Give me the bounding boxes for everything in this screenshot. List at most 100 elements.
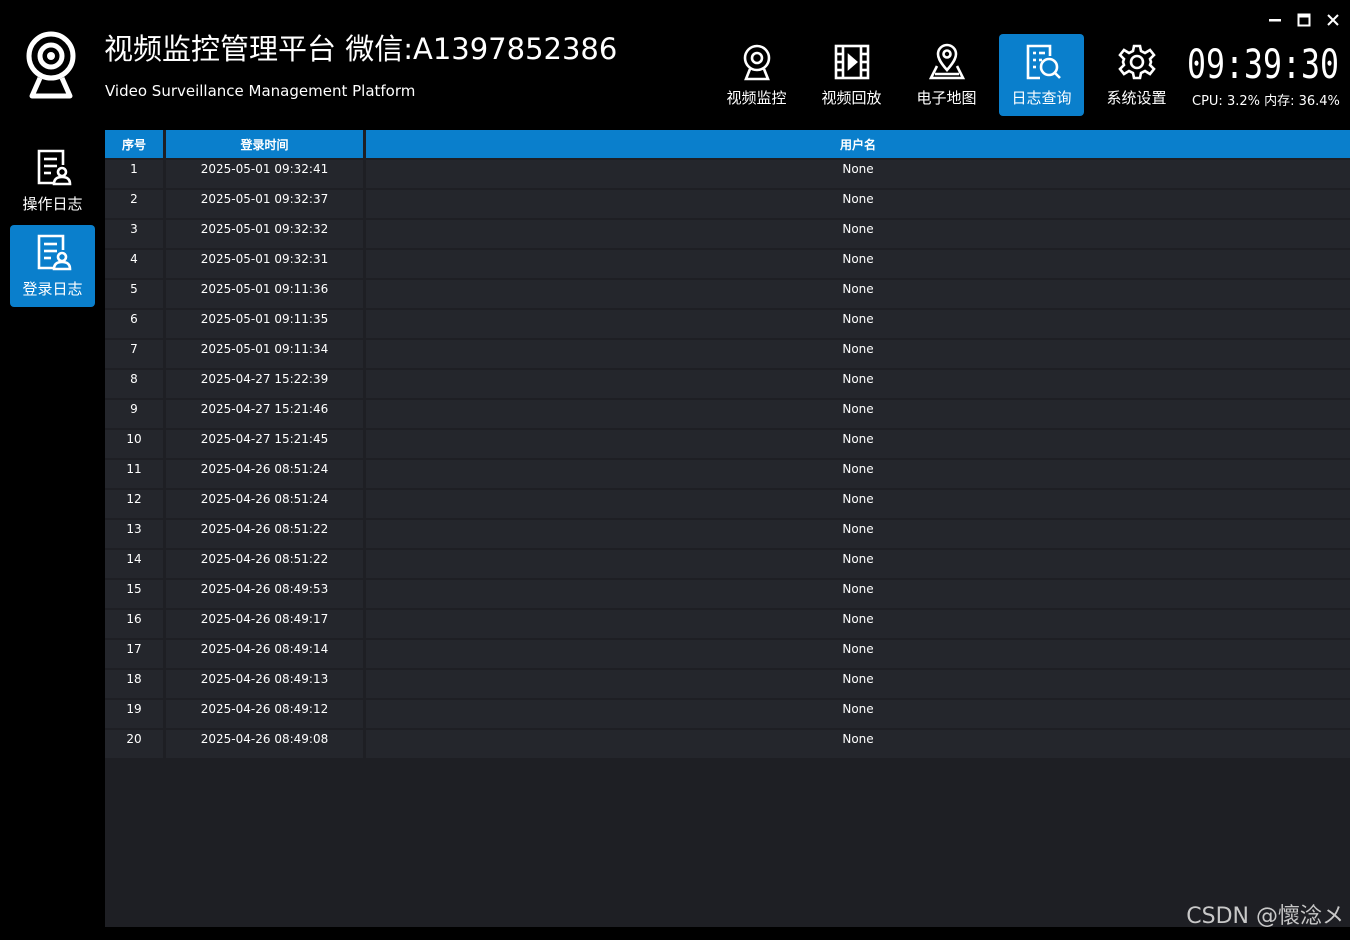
cell-index: 18	[105, 670, 163, 698]
cell-username: None	[366, 310, 1350, 338]
sidebar-item-login-log[interactable]: 登录日志	[10, 225, 95, 307]
cell-username: None	[366, 280, 1350, 308]
column-header-login-time[interactable]: 登录时间	[166, 130, 363, 158]
table-row[interactable]: 11 2025-04-26 08:51:24 None	[105, 460, 1350, 488]
cell-login-time: 2025-04-26 08:49:53	[166, 580, 363, 608]
table-row[interactable]: 3 2025-05-01 09:32:32 None	[105, 220, 1350, 248]
column-header-username[interactable]: 用户名	[366, 130, 1350, 158]
nav-label: 电子地图	[916, 89, 977, 107]
cell-index: 9	[105, 400, 163, 428]
cell-login-time: 2025-04-26 08:51:22	[166, 520, 363, 548]
table-row[interactable]: 7 2025-05-01 09:11:34 None	[105, 340, 1350, 368]
table-row[interactable]: 18 2025-04-26 08:49:13 None	[105, 670, 1350, 698]
cell-login-time: 2025-04-26 08:49:14	[166, 640, 363, 668]
cell-login-time: 2025-05-01 09:11:34	[166, 340, 363, 368]
app-logo-webcam-icon	[20, 28, 82, 100]
table-header: 序号 登录时间 用户名	[105, 130, 1350, 158]
close-icon[interactable]	[1323, 10, 1343, 30]
table-row[interactable]: 20 2025-04-26 08:49:08 None	[105, 730, 1350, 758]
nav-label: 日志查询	[1011, 89, 1072, 107]
log-search-icon	[1026, 44, 1061, 80]
nav-e-map[interactable]: 电子地图	[904, 34, 989, 116]
cell-index: 15	[105, 580, 163, 608]
table-row[interactable]: 12 2025-04-26 08:51:24 None	[105, 490, 1350, 518]
app-title: 视频监控管理平台 微信:A1397852386	[104, 32, 618, 66]
cell-index: 14	[105, 550, 163, 578]
cell-login-time: 2025-04-26 08:49:08	[166, 730, 363, 758]
cell-username: None	[366, 250, 1350, 278]
nav-label: 系统设置	[1106, 89, 1167, 107]
cell-index: 7	[105, 340, 163, 368]
cell-username: None	[366, 670, 1350, 698]
nav-system-settings[interactable]: 系统设置	[1094, 34, 1179, 116]
cell-username: None	[366, 520, 1350, 548]
cell-login-time: 2025-04-27 15:21:45	[166, 430, 363, 458]
table-row[interactable]: 2 2025-05-01 09:32:37 None	[105, 190, 1350, 218]
login-log-table[interactable]: 序号 登录时间 用户名 1 2025-05-01 09:32:41 None 2 202…	[105, 130, 1350, 927]
nav-label: 视频监控	[726, 89, 787, 107]
webcam-icon	[743, 44, 770, 81]
cell-index: 19	[105, 700, 163, 728]
cell-username: None	[366, 370, 1350, 398]
table-row[interactable]: 16 2025-04-26 08:49:17 None	[105, 610, 1350, 638]
column-header-index[interactable]: 序号	[105, 130, 163, 158]
cell-login-time: 2025-04-26 08:51:24	[166, 490, 363, 518]
cell-username: None	[366, 460, 1350, 488]
log-user-icon	[37, 234, 71, 271]
cell-username: None	[366, 490, 1350, 518]
cell-index: 4	[105, 250, 163, 278]
top-nav: 视频监控 视频回放 电子地图 日志查询 系统设置	[714, 34, 1189, 116]
cell-login-time: 2025-04-26 08:51:22	[166, 550, 363, 578]
table-row[interactable]: 5 2025-05-01 09:11:36 None	[105, 280, 1350, 308]
cell-username: None	[366, 190, 1350, 218]
cell-login-time: 2025-04-26 08:49:17	[166, 610, 363, 638]
cell-index: 12	[105, 490, 163, 518]
cell-index: 13	[105, 520, 163, 548]
cell-index: 20	[105, 730, 163, 758]
cell-index: 3	[105, 220, 163, 248]
cell-login-time: 2025-04-27 15:21:46	[166, 400, 363, 428]
log-user-icon	[37, 149, 71, 186]
cell-login-time: 2025-04-26 08:51:24	[166, 460, 363, 488]
nav-log-query[interactable]: 日志查询	[999, 34, 1084, 116]
cell-index: 16	[105, 610, 163, 638]
table-row[interactable]: 19 2025-04-26 08:49:12 None	[105, 700, 1350, 728]
sidebar-item-operation-log[interactable]: 操作日志	[10, 140, 95, 222]
cell-username: None	[366, 700, 1350, 728]
table-row[interactable]: 15 2025-04-26 08:49:53 None	[105, 580, 1350, 608]
table-row[interactable]: 14 2025-04-26 08:51:22 None	[105, 550, 1350, 578]
cell-index: 10	[105, 430, 163, 458]
cell-index: 11	[105, 460, 163, 488]
cell-username: None	[366, 610, 1350, 638]
cell-username: None	[366, 730, 1350, 758]
sidebar-item-label: 登录日志	[22, 280, 83, 298]
table-row[interactable]: 6 2025-05-01 09:11:35 None	[105, 310, 1350, 338]
cell-login-time: 2025-05-01 09:11:35	[166, 310, 363, 338]
cell-login-time: 2025-04-27 15:22:39	[166, 370, 363, 398]
cell-username: None	[366, 430, 1350, 458]
table-row[interactable]: 4 2025-05-01 09:32:31 None	[105, 250, 1350, 278]
table-row[interactable]: 8 2025-04-27 15:22:39 None	[105, 370, 1350, 398]
nav-video-playback[interactable]: 视频回放	[809, 34, 894, 116]
cell-login-time: 2025-04-26 08:49:12	[166, 700, 363, 728]
nav-video-monitor[interactable]: 视频监控	[714, 34, 799, 116]
system-usage: CPU: 3.2% 内存: 36.4%	[1192, 94, 1340, 109]
watermark: CSDN @懷淰メ	[1186, 904, 1344, 929]
table-row[interactable]: 9 2025-04-27 15:21:46 None	[105, 400, 1350, 428]
table-row[interactable]: 10 2025-04-27 15:21:45 None	[105, 430, 1350, 458]
map-pin-icon	[928, 43, 965, 80]
clock-text: 09:39:30	[1187, 44, 1339, 82]
sidebar-item-label: 操作日志	[22, 195, 83, 213]
cell-username: None	[366, 160, 1350, 188]
table-row[interactable]: 17 2025-04-26 08:49:14 None	[105, 640, 1350, 668]
cell-username: None	[366, 580, 1350, 608]
table-row[interactable]: 13 2025-04-26 08:51:22 None	[105, 520, 1350, 548]
cell-index: 5	[105, 280, 163, 308]
cell-index: 17	[105, 640, 163, 668]
cell-index: 2	[105, 190, 163, 218]
maximize-icon[interactable]	[1294, 10, 1314, 30]
gear-icon	[1117, 44, 1156, 80]
minimize-icon[interactable]	[1265, 10, 1285, 30]
table-row[interactable]: 1 2025-05-01 09:32:41 None	[105, 160, 1350, 188]
cell-login-time: 2025-04-26 08:49:13	[166, 670, 363, 698]
